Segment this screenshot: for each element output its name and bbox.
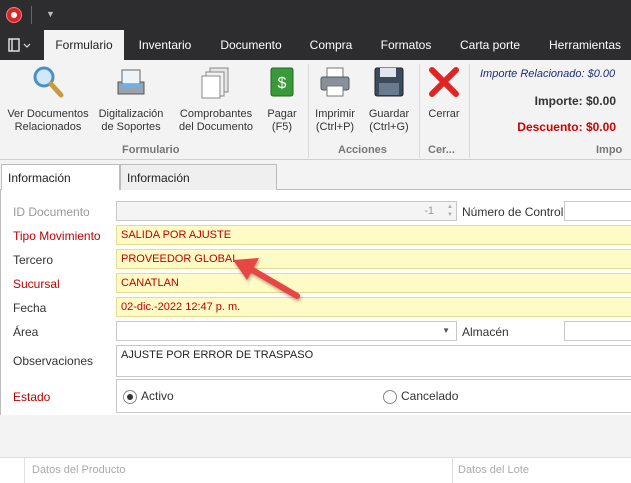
ver-documentos-relacionados-button[interactable]: Ver Documentos Relacionados bbox=[4, 64, 92, 134]
pagar-button[interactable]: $ Pagar (F5) bbox=[262, 64, 302, 134]
id-documento-label: ID Documento bbox=[13, 205, 90, 219]
observaciones-textarea[interactable]: AJUSTE POR ERROR DE TRASPASO bbox=[116, 345, 631, 377]
id-documento-value: -1 bbox=[424, 205, 434, 217]
form-area: ID Documento -1 ▲ ▼ Número de Control Tip… bbox=[0, 190, 631, 415]
digitalizacion-label: Digitalización de Soportes bbox=[98, 108, 164, 133]
sucursal-field[interactable]: CANATLAN bbox=[116, 273, 631, 293]
numero-control-label: Número de Control bbox=[462, 205, 564, 219]
area-select[interactable]: ▼ bbox=[116, 321, 457, 341]
documents-icon bbox=[198, 64, 234, 100]
comprobantes-label: Comprobantes del Documento bbox=[179, 108, 253, 133]
tab-compra[interactable]: Compra bbox=[303, 30, 359, 60]
close-icon bbox=[426, 64, 462, 100]
grid-col-producto[interactable]: Datos del Producto bbox=[32, 464, 126, 476]
ribbon-tab-bar: Formulario Inventario Documento Compra F… bbox=[0, 30, 631, 60]
radio-activo[interactable] bbox=[123, 390, 137, 404]
scanner-icon bbox=[113, 64, 149, 100]
form-tab-bar: Información General Información compleme… bbox=[0, 162, 631, 211]
area-label: Área bbox=[13, 325, 39, 339]
ver-documentos-label: Ver Documentos Relacionados bbox=[7, 108, 89, 133]
title-bar: ▼ bbox=[0, 0, 631, 30]
guardar-button[interactable]: Guardar (Ctrl+G) bbox=[364, 64, 414, 134]
id-documento-field: -1 ▲ ▼ bbox=[116, 201, 457, 221]
grid-col-lote[interactable]: Datos del Lote bbox=[458, 464, 529, 476]
numero-control-input[interactable] bbox=[564, 201, 631, 221]
magnifier-icon bbox=[30, 64, 66, 100]
cerrar-button[interactable]: Cerrar bbox=[424, 64, 464, 121]
chevron-down-icon[interactable]: ▼ bbox=[442, 322, 450, 340]
ribbon-panel: Ver Documentos Relacionados Digitalizaci… bbox=[0, 60, 631, 160]
fecha-field[interactable]: 02-dic.-2022 12:47 p. m. bbox=[116, 297, 631, 317]
comprobantes-documento-button[interactable]: Comprobantes del Documento bbox=[176, 64, 256, 134]
tab-documento[interactable]: Documento bbox=[216, 30, 286, 60]
radio-activo-label[interactable]: Activo bbox=[141, 389, 174, 403]
divider bbox=[452, 458, 453, 483]
tab-carta-porte[interactable]: Carta porte bbox=[455, 30, 525, 60]
radio-cancelado[interactable] bbox=[383, 390, 397, 404]
group-label-cerrar: Cer... bbox=[428, 144, 455, 156]
money-icon: $ bbox=[264, 64, 300, 100]
save-icon bbox=[371, 64, 407, 100]
application-menu-icon[interactable] bbox=[8, 38, 32, 52]
printer-icon bbox=[317, 64, 353, 100]
radio-cancelado-label[interactable]: Cancelado bbox=[401, 389, 458, 403]
group-label-importes: Impo bbox=[596, 144, 623, 156]
group-label-acciones: Acciones bbox=[338, 144, 387, 156]
app-logo-icon[interactable] bbox=[6, 7, 22, 23]
tercero-label: Tercero bbox=[13, 253, 54, 267]
observaciones-label: Observaciones bbox=[13, 354, 94, 368]
group-divider bbox=[469, 64, 470, 158]
importe-relacionado-value: Importe Relacionado: $0.00 bbox=[480, 68, 616, 80]
group-label-formulario: Formulario bbox=[122, 144, 180, 156]
tab-informacion-general[interactable]: Información General bbox=[1, 164, 120, 211]
tab-inventario[interactable]: Inventario bbox=[130, 30, 200, 60]
importe-value: Importe: $0.00 bbox=[534, 94, 616, 108]
divider bbox=[24, 458, 25, 483]
estado-radio-group: Activo Cancelado bbox=[116, 379, 631, 413]
almacen-select[interactable] bbox=[564, 321, 631, 341]
tab-formulario[interactable]: Formulario bbox=[44, 30, 124, 60]
fecha-label: Fecha bbox=[13, 301, 47, 315]
detail-grid: Datos del Producto Datos del Lote bbox=[0, 415, 631, 483]
quick-access-dropdown-icon[interactable]: ▼ bbox=[46, 9, 55, 19]
descuento-value: Descuento: $0.00 bbox=[517, 120, 616, 134]
almacen-label: Almacén bbox=[462, 325, 509, 339]
group-divider bbox=[419, 64, 420, 158]
tipo-movimiento-field[interactable]: SALIDA POR AJUSTE bbox=[116, 225, 631, 245]
importes-panel: Importe Relacionado: $0.00 Importe: $0.0… bbox=[472, 60, 631, 160]
imprimir-button[interactable]: Imprimir (Ctrl+P) bbox=[312, 64, 358, 134]
sucursal-label: Sucursal bbox=[13, 277, 60, 291]
cerrar-label: Cerrar bbox=[428, 108, 460, 120]
pagar-label: Pagar (F5) bbox=[267, 108, 297, 133]
tab-formatos[interactable]: Formatos bbox=[376, 30, 436, 60]
svg-text:$: $ bbox=[278, 75, 287, 92]
tab-informacion-complementaria[interactable]: Información complementaria bbox=[120, 164, 277, 211]
tercero-field[interactable]: PROVEEDOR GLOBAL bbox=[116, 249, 631, 269]
annotation-arrow-icon bbox=[233, 258, 300, 299]
spinner-icon: ▲ ▼ bbox=[447, 204, 453, 218]
digitalizacion-soportes-button[interactable]: Digitalización de Soportes bbox=[94, 64, 168, 134]
imprimir-label: Imprimir (Ctrl+P) bbox=[315, 108, 355, 133]
estado-label: Estado bbox=[13, 390, 51, 404]
divider bbox=[31, 6, 32, 24]
tab-herramientas[interactable]: Herramientas bbox=[545, 30, 625, 60]
grid-header: Datos del Producto Datos del Lote bbox=[0, 457, 631, 483]
guardar-label: Guardar (Ctrl+G) bbox=[368, 108, 410, 133]
tipo-movimiento-label: Tipo Movimiento bbox=[13, 229, 101, 243]
group-divider bbox=[308, 64, 309, 158]
